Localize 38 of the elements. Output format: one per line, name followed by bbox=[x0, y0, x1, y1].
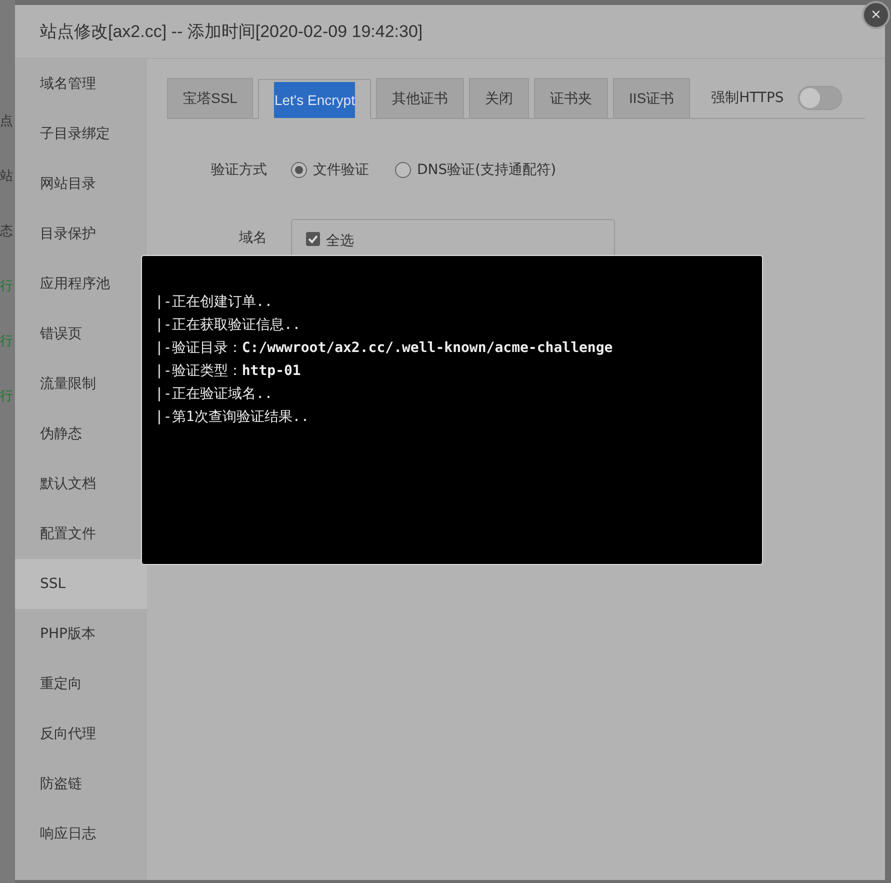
background-text: 行 bbox=[0, 333, 14, 351]
tab[interactable]: 其他证书 bbox=[376, 78, 464, 118]
sidebar-item[interactable]: 反向代理 bbox=[15, 709, 147, 759]
checkbox[interactable] bbox=[306, 232, 320, 246]
sidebar-item[interactable]: 重定向 bbox=[15, 659, 147, 709]
background-text: 站 bbox=[0, 168, 14, 186]
tab[interactable]: Let's Encrypt bbox=[258, 79, 371, 119]
background-text: 行 bbox=[0, 278, 14, 296]
background-text: 行 bbox=[0, 388, 14, 406]
close-button[interactable]: × bbox=[862, 1, 890, 29]
sidebar-item[interactable]: 目录保护 bbox=[15, 209, 147, 259]
domain-label: 域名 bbox=[238, 229, 267, 247]
radio-option[interactable]: 文件验证 bbox=[291, 161, 369, 179]
sidebar-item[interactable]: 子目录绑定 bbox=[15, 109, 147, 159]
log-line: |-正在获取验证信息.. bbox=[155, 316, 302, 335]
log-line: |-验证类型：http-01 bbox=[155, 362, 302, 381]
tab[interactable]: 宝塔SSL bbox=[167, 78, 254, 118]
log-line: |-正在验证域名.. bbox=[155, 385, 274, 404]
sidebar-item[interactable]: PHP版本 bbox=[15, 609, 147, 659]
sidebar-item[interactable]: 网站目录 bbox=[15, 159, 147, 209]
verify-method-label: 验证方式 bbox=[210, 161, 267, 179]
sidebar-item[interactable]: 响应日志 bbox=[15, 809, 147, 859]
force-https-toggle[interactable] bbox=[798, 86, 842, 110]
tab[interactable]: 关闭 bbox=[468, 78, 529, 118]
background-text: 点 bbox=[0, 113, 14, 131]
log-line: |-正在创建订单.. bbox=[155, 293, 274, 312]
force-https-label: 强制HTTPS bbox=[711, 89, 784, 107]
log-line: |-第1次查询验证结果.. bbox=[155, 408, 310, 427]
radio-option[interactable]: DNS验证(支持通配符) bbox=[395, 161, 556, 179]
background-text: 态 bbox=[0, 223, 14, 241]
tab[interactable]: IIS证书 bbox=[612, 78, 690, 118]
log-line: |-验证目录：C:/wwwroot/ax2.cc/.well-known/acme-challenge bbox=[155, 339, 614, 358]
select-all-label: 全选 bbox=[326, 232, 354, 250]
sidebar-item[interactable]: 防盗链 bbox=[15, 759, 147, 809]
tab[interactable]: 证书夹 bbox=[534, 78, 608, 118]
dialog-title: 站点修改[ax2.cc] -- 添加时间[2020-02-09 19:42:30] bbox=[40, 21, 423, 43]
sidebar-item[interactable]: 域名管理 bbox=[15, 59, 147, 109]
sidebar-item[interactable]: SSL bbox=[15, 559, 147, 609]
